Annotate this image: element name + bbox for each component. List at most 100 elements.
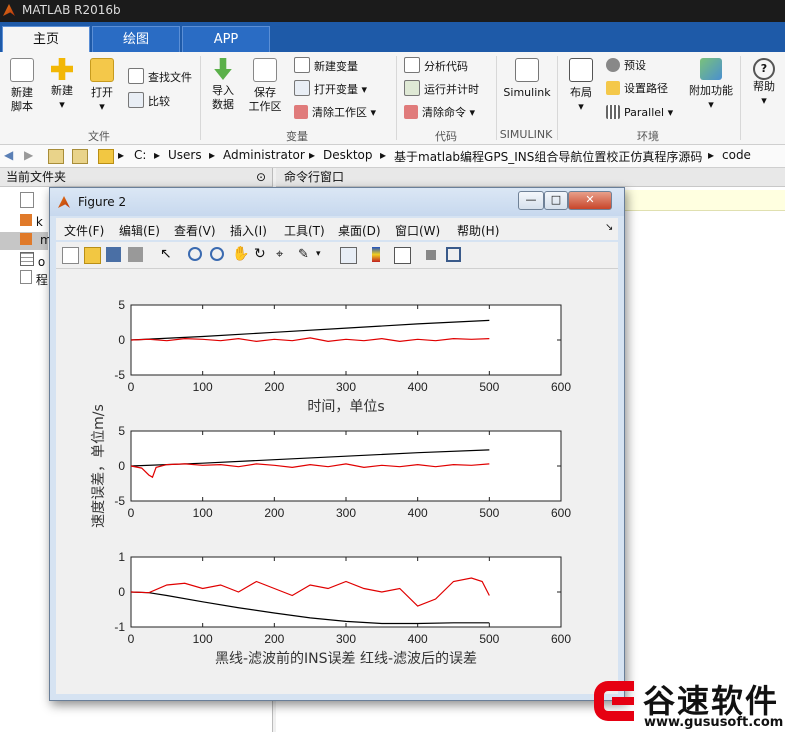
path-segment[interactable]: Administrator [223, 148, 305, 162]
dock-arrow-icon[interactable]: ↘ [605, 222, 613, 233]
rotate-3d-icon[interactable]: ↻ [254, 247, 269, 262]
compare-button[interactable]: 比较 [128, 92, 170, 110]
file-icon [20, 192, 34, 208]
menu-insert[interactable]: 插入(I) [230, 222, 267, 239]
find-files-button[interactable]: 查找文件 [128, 68, 192, 86]
analyze-code-icon [404, 57, 420, 73]
y-tick-label: -5 [114, 494, 125, 508]
eraser-icon [294, 105, 308, 119]
figure-title: Figure 2 [78, 195, 127, 209]
open-button[interactable]: 打开 ▾ [86, 58, 118, 114]
import-label: 导入 数据 [212, 84, 234, 111]
new-script-button[interactable]: 新建 脚本 [6, 58, 38, 114]
tab-apps[interactable]: APP [182, 26, 270, 53]
up-folder-icon[interactable] [48, 149, 64, 164]
menu-desktop[interactable]: 桌面(D) [338, 222, 381, 239]
open-variable-button[interactable]: 打开变量 ▾ [294, 80, 367, 98]
clear-commands-button[interactable]: 清除命令 ▾ [404, 104, 475, 122]
new-script-icon [10, 58, 34, 82]
forward-arrow-icon[interactable]: ▶ [24, 148, 33, 162]
zoom-out-icon[interactable] [210, 247, 224, 261]
path-segment[interactable]: code [722, 148, 751, 162]
figure-title-bar[interactable]: Figure 2 — □ ✕ [50, 188, 624, 216]
new-variable-icon [294, 57, 310, 73]
legend-icon[interactable] [394, 247, 411, 264]
pan-hand-icon[interactable]: ✋ [232, 247, 249, 262]
parallel-icon [606, 105, 620, 119]
x-tick-label: 100 [193, 506, 213, 520]
root-folder-icon [98, 149, 114, 164]
menu-edit[interactable]: 编辑(E) [119, 222, 160, 239]
file-list-item[interactable]: k [20, 214, 43, 229]
zoom-in-icon[interactable] [188, 247, 202, 261]
path-separator-icon: ▸ [380, 148, 387, 162]
file-list-item[interactable]: m [0, 232, 52, 250]
file-list-item[interactable]: o [20, 252, 45, 269]
set-path-button[interactable]: 设置路径 [606, 80, 668, 98]
x-tick-label: 200 [264, 506, 284, 520]
print-icon[interactable] [128, 247, 143, 262]
figure-toolbar: ↖ ✋ ↻ ⌖ ✎ ▾ [56, 242, 618, 269]
x-tick-label: 300 [336, 380, 356, 394]
help-button[interactable]: ? 帮助 ▾ [748, 58, 780, 108]
path-segment[interactable]: Users [168, 148, 202, 162]
analyze-code-button[interactable]: 分析代码 [404, 57, 468, 75]
back-arrow-icon[interactable]: ◀ [4, 148, 13, 162]
clear-workspace-button[interactable]: 清除工作区 ▾ [294, 104, 376, 122]
import-data-button[interactable]: 导入 数据 [206, 58, 240, 112]
y-tick-label: -1 [114, 620, 125, 634]
menu-window[interactable]: 窗口(W) [395, 222, 440, 239]
tab-home[interactable]: 主页 [2, 26, 90, 53]
y-tick-label: 5 [118, 298, 125, 312]
eraser-icon [404, 105, 418, 119]
brush-icon[interactable]: ✎ [298, 247, 313, 262]
tab-plots[interactable]: 绘图 [92, 26, 180, 53]
folder-icon [90, 58, 114, 82]
show-plot-tools-icon[interactable] [446, 247, 461, 262]
hide-plot-tools-icon[interactable] [426, 250, 436, 260]
path-separator-icon: ▸ [209, 148, 216, 162]
save-workspace-button[interactable]: 保存 工作区 [246, 58, 284, 114]
y-tick-label: 0 [118, 585, 125, 599]
open-file-icon[interactable] [84, 247, 101, 264]
file-list-item[interactable]: 程 [20, 270, 48, 288]
link-plot-icon[interactable] [340, 247, 357, 264]
save-icon[interactable] [106, 247, 121, 262]
parallel-button[interactable]: Parallel ▾ [606, 104, 673, 122]
ribbon-tab-bar: 主页 绘图 APP [0, 22, 785, 53]
pointer-icon[interactable]: ↖ [160, 247, 175, 262]
path-segment[interactable]: Desktop [323, 148, 373, 162]
run-and-time-button[interactable]: 运行并计时 [404, 80, 479, 98]
browse-folder-icon[interactable] [72, 149, 88, 164]
axes-box [130, 304, 562, 376]
y-tick-label: 1 [118, 550, 125, 564]
new-button[interactable]: 新建 ▾ [46, 58, 78, 112]
simulink-button[interactable]: Simulink [502, 58, 552, 100]
data-cursor-icon[interactable]: ⌖ [276, 247, 291, 262]
new-figure-icon[interactable] [62, 247, 79, 264]
menu-tools[interactable]: 工具(T) [284, 222, 325, 239]
preferences-button[interactable]: 预设 [606, 57, 646, 75]
layout-button[interactable]: 布局 ▾ [564, 58, 598, 114]
menu-file[interactable]: 文件(F) [64, 222, 104, 239]
new-variable-button[interactable]: 新建变量 [294, 57, 358, 75]
close-button[interactable]: ✕ [568, 191, 612, 210]
maximize-button[interactable]: □ [544, 191, 568, 210]
pane-menu-icon[interactable]: ⊙ [256, 168, 266, 186]
matlab-file-icon [20, 214, 32, 226]
colorbar-icon[interactable] [372, 247, 380, 262]
menu-view[interactable]: 查看(V) [174, 222, 216, 239]
path-segment[interactable]: 基于matlab编程GPS_INS组合导航位置校正仿真程序源码 [394, 148, 702, 165]
addons-button[interactable]: 附加功能 ▾ [686, 58, 736, 112]
brush-dropdown-icon[interactable]: ▾ [316, 247, 331, 262]
compare-label: 比较 [148, 95, 170, 108]
plus-icon [51, 58, 73, 80]
path-segment[interactable]: C: [134, 148, 146, 162]
file-name: o [37, 255, 46, 269]
y-tick-label: 0 [118, 333, 125, 347]
compare-icon [128, 92, 144, 108]
x-tick-label: 100 [193, 380, 213, 394]
minimize-button[interactable]: — [518, 191, 544, 210]
menu-help[interactable]: 帮助(H) [457, 222, 499, 239]
x-tick-label: 600 [551, 632, 571, 646]
